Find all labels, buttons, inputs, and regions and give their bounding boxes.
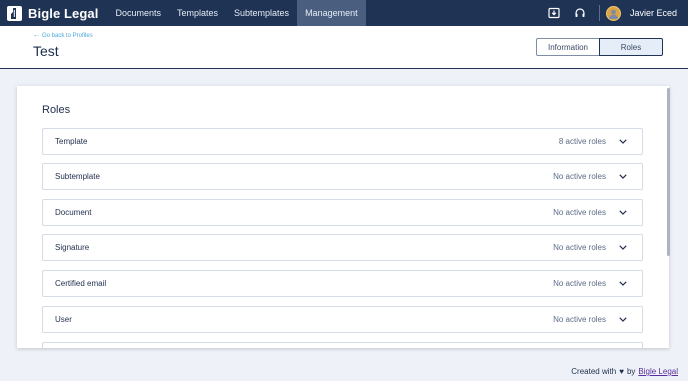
chevron-down-icon[interactable] <box>618 243 628 253</box>
user-name[interactable]: Javier Eced <box>630 8 677 18</box>
brand[interactable]: Bigle Legal <box>0 0 98 26</box>
role-name: Signature <box>55 243 90 252</box>
role-row-subtemplate[interactable]: Subtemplate No active roles <box>42 163 643 190</box>
nav-management[interactable]: Management <box>297 0 366 26</box>
page-header: ← Go back to Profiles Test Information R… <box>0 26 688 69</box>
chevron-down-icon[interactable] <box>618 315 628 325</box>
profile-tabs: Information Roles <box>536 38 663 56</box>
role-row-certified-email[interactable]: Certified email No active roles <box>42 270 643 297</box>
nav-divider <box>598 5 600 21</box>
chevron-down-icon[interactable] <box>618 137 628 147</box>
download-box-icon[interactable] <box>541 0 567 26</box>
role-row-document[interactable]: Document No active roles <box>42 199 643 226</box>
bigle-logo-icon <box>7 5 22 21</box>
nav-subtemplates[interactable]: Subtemplates <box>226 0 297 26</box>
chevron-down-icon[interactable] <box>618 208 628 218</box>
role-row-template[interactable]: Template 8 active roles <box>42 128 643 155</box>
role-name: Certified email <box>55 279 107 288</box>
back-to-profiles-link[interactable]: ← Go back to Profiles <box>33 32 93 39</box>
role-row-signature[interactable]: Signature No active roles <box>42 234 643 261</box>
user-avatar[interactable] <box>605 5 621 21</box>
headset-icon[interactable] <box>567 0 593 26</box>
role-name: Template <box>55 137 88 146</box>
back-link-label: Go back to Profiles <box>42 32 93 39</box>
role-status: 8 active roles <box>558 137 606 146</box>
roles-title: Roles <box>42 104 71 116</box>
role-status: No active roles <box>553 172 606 181</box>
nav-right: Javier Eced <box>541 0 688 26</box>
chevron-down-icon[interactable] <box>618 172 628 182</box>
roles-card: Roles Template 8 active roles Subtemplat… <box>17 86 669 348</box>
tab-roles[interactable]: Roles <box>599 38 663 56</box>
page-title: Test <box>33 43 59 59</box>
tab-information[interactable]: Information <box>536 38 600 56</box>
role-row-user[interactable]: User No active roles <box>42 306 643 333</box>
role-status: No active roles <box>553 208 606 217</box>
top-navbar: Bigle Legal Documents Templates Subtempl… <box>0 0 688 26</box>
role-status: No active roles <box>553 243 606 252</box>
chevron-down-icon[interactable] <box>618 279 628 289</box>
arrow-left-icon: ← <box>33 32 40 39</box>
brand-name: Bigle Legal <box>28 5 99 21</box>
role-name: User <box>55 315 72 324</box>
footer-by: by <box>626 367 636 376</box>
role-row-partial[interactable] <box>42 342 643 348</box>
role-status: No active roles <box>553 279 606 288</box>
role-status: No active roles <box>553 315 606 324</box>
bigle-legal-link[interactable]: Bigle Legal <box>638 367 678 376</box>
nav-documents[interactable]: Documents <box>107 0 169 26</box>
nav-templates[interactable]: Templates <box>169 0 226 26</box>
role-name: Document <box>55 208 92 217</box>
main-nav: Documents Templates Subtemplates Managem… <box>107 0 366 26</box>
footer: Created with ♥ by Bigle Legal <box>571 367 678 376</box>
heart-icon: ♥ <box>619 367 624 376</box>
role-name: Subtemplate <box>55 172 100 181</box>
footer-prefix: Created with <box>571 367 617 376</box>
vertical-scrollbar[interactable] <box>667 88 670 256</box>
